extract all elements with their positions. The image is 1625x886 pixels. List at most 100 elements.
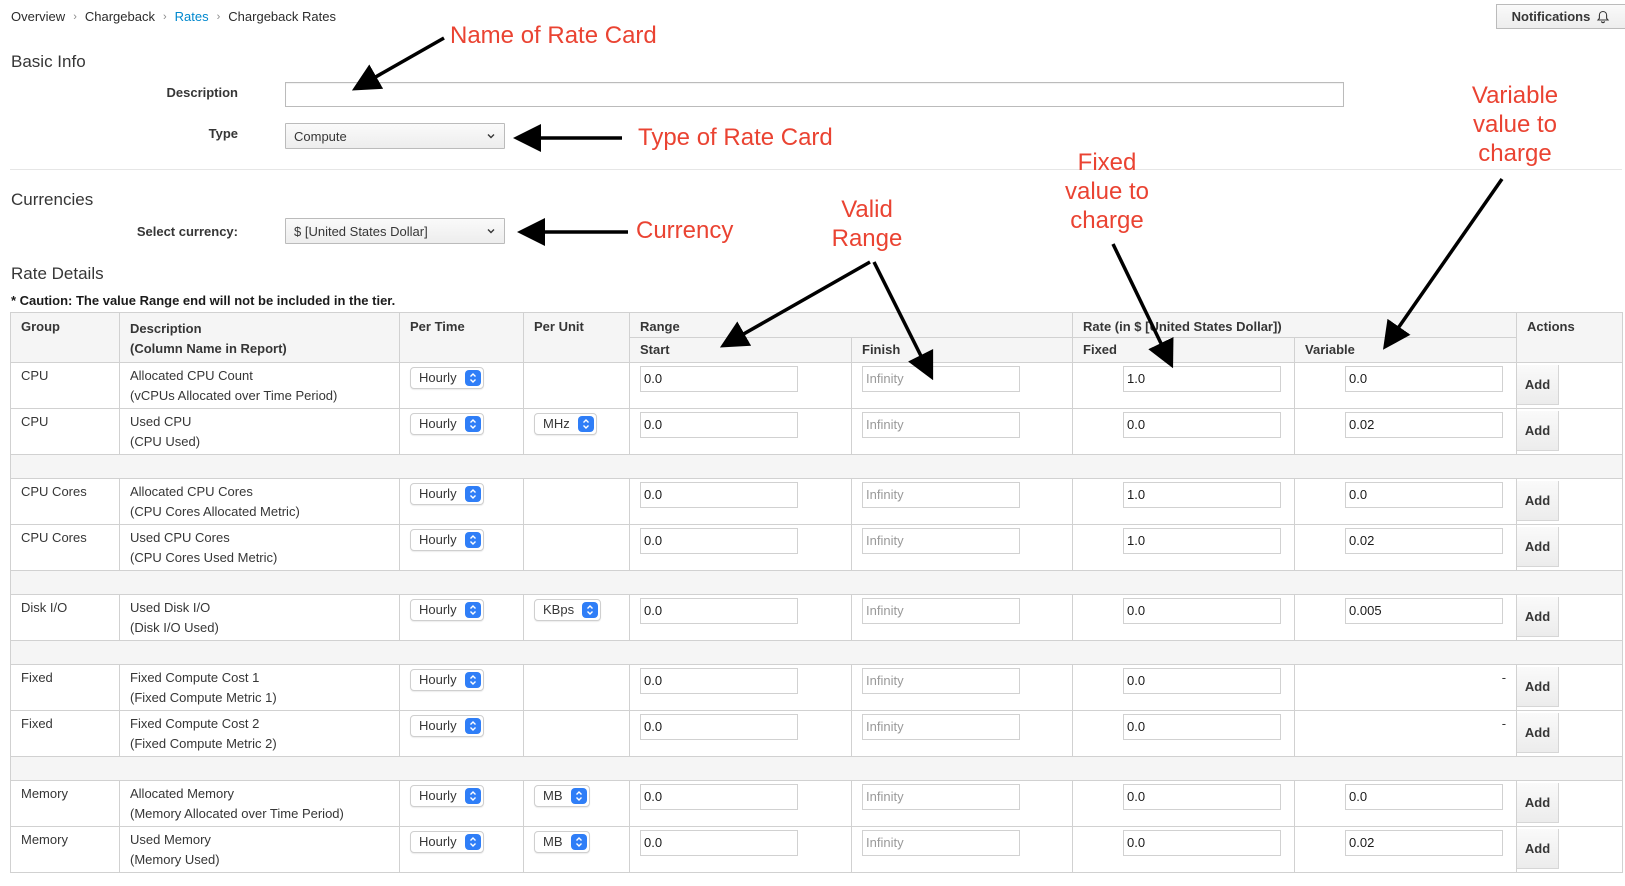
add-button[interactable]: Add <box>1517 527 1560 567</box>
header-range: Range <box>628 312 1074 338</box>
finish-cell: Infinity <box>850 408 1074 455</box>
fixed-input[interactable]: 0.0 <box>1123 784 1282 810</box>
finish-input[interactable]: Infinity <box>862 412 1020 438</box>
description-text: Used Memory (Memory Used) <box>130 827 389 870</box>
stepper-icon <box>570 788 587 804</box>
per-time-select[interactable]: Hourly <box>410 413 484 435</box>
notifications-button[interactable]: Notifications <box>1496 4 1625 29</box>
start-input[interactable]: 0.0 <box>640 366 798 392</box>
add-button[interactable]: Add <box>1517 829 1560 869</box>
fixed-input[interactable]: 0.0 <box>1123 598 1282 624</box>
finish-input[interactable]: Infinity <box>862 714 1020 740</box>
spacer-cell <box>9 640 1624 665</box>
breadcrumb: Overview › Chargeback › Rates › Chargeba… <box>11 9 336 24</box>
start-input[interactable]: 0.0 <box>640 482 798 508</box>
add-button[interactable]: Add <box>1517 411 1560 451</box>
table-row: CPU Used CPU (CPU Used) Hourly MHz 0.0 Infinit… <box>10 408 1624 455</box>
per-unit-cell: MB <box>523 780 630 827</box>
per-time-select[interactable]: Hourly <box>410 367 484 389</box>
per-time-cell: Hourly <box>399 710 524 757</box>
add-button[interactable]: Add <box>1517 365 1560 405</box>
variable-input[interactable]: 0.0 <box>1345 482 1504 508</box>
fixed-input[interactable]: 1.0 <box>1123 366 1282 392</box>
add-button[interactable]: Add <box>1517 667 1560 707</box>
start-input[interactable]: 0.0 <box>640 598 798 624</box>
fixed-input[interactable]: 0.0 <box>1123 412 1282 438</box>
bell-icon <box>1597 10 1610 23</box>
fixed-input[interactable]: 0.0 <box>1123 714 1282 740</box>
variable-cell: 0.0 <box>1294 780 1518 827</box>
description-cell: Used Memory (Memory Used) <box>119 826 400 873</box>
chevron-right-icon: › <box>162 10 167 23</box>
start-input[interactable]: 0.0 <box>640 784 798 810</box>
per-unit-select[interactable]: MB <box>534 831 590 853</box>
description-column: (Memory Allocated over Time Period) <box>130 806 344 821</box>
variable-cell: 0.02 <box>1294 826 1518 873</box>
per-unit-select[interactable]: MB <box>534 785 590 807</box>
add-button[interactable]: Add <box>1517 713 1560 753</box>
per-time-cell: Hourly <box>399 780 524 827</box>
stepper-icon <box>464 718 481 734</box>
per-unit-cell: MB <box>523 826 630 873</box>
finish-cell: Infinity <box>850 594 1074 641</box>
fixed-input[interactable]: 1.0 <box>1123 528 1282 554</box>
description-cell: Used CPU (CPU Used) <box>119 408 400 455</box>
start-input[interactable]: 0.0 <box>640 830 798 856</box>
currency-select[interactable]: $ [United States Dollar] <box>285 218 505 244</box>
chevron-right-icon: › <box>73 10 77 23</box>
description-text: Used Disk I/O (Disk I/O Used) <box>130 595 389 638</box>
per-unit-select[interactable]: MHz <box>534 413 597 435</box>
description-text: Allocated CPU Cores (CPU Cores Allocated … <box>130 479 389 522</box>
stepper-icon <box>464 672 481 688</box>
per-time-select[interactable]: Hourly <box>410 785 484 807</box>
variable-input[interactable]: 0.005 <box>1345 598 1504 624</box>
start-input[interactable]: 0.0 <box>640 412 798 438</box>
variable-input[interactable]: 0.0 <box>1345 784 1504 810</box>
stepper-icon <box>464 416 481 432</box>
per-time-select[interactable]: Hourly <box>410 599 484 621</box>
stepper-icon <box>464 486 481 502</box>
stepper-icon <box>464 788 481 804</box>
fixed-input[interactable]: 0.0 <box>1123 830 1282 856</box>
variable-input[interactable]: 0.0 <box>1345 366 1504 392</box>
finish-input[interactable]: Infinity <box>862 528 1020 554</box>
description-name: Used CPU Cores <box>130 530 230 545</box>
fixed-input[interactable]: 0.0 <box>1123 668 1282 694</box>
per-time-select[interactable]: Hourly <box>410 669 484 691</box>
add-button[interactable]: Add <box>1517 481 1560 521</box>
per-time-select[interactable]: Hourly <box>410 715 484 737</box>
finish-input[interactable]: Infinity <box>862 668 1020 694</box>
variable-input[interactable]: 0.02 <box>1345 528 1504 554</box>
finish-input[interactable]: Infinity <box>862 830 1020 856</box>
variable-input[interactable]: 0.02 <box>1345 412 1504 438</box>
annotation-variable-value: Variable value to charge <box>1455 81 1575 168</box>
variable-input[interactable]: 0.02 <box>1345 830 1504 856</box>
variable-cell: - <box>1294 710 1518 757</box>
fixed-input[interactable]: 1.0 <box>1123 482 1282 508</box>
per-time-select[interactable]: Hourly <box>410 483 484 505</box>
per-time-select[interactable]: Hourly <box>410 529 484 551</box>
finish-input[interactable]: Infinity <box>862 482 1020 508</box>
start-cell: 0.0 <box>629 362 852 409</box>
breadcrumb-rates[interactable]: Rates <box>175 9 209 24</box>
description-input[interactable] <box>285 82 1344 107</box>
start-input[interactable]: 0.0 <box>640 668 798 694</box>
finish-input[interactable]: Infinity <box>862 784 1020 810</box>
start-input[interactable]: 0.0 <box>640 528 798 554</box>
breadcrumb-chargeback[interactable]: Chargeback <box>85 9 155 24</box>
description-column: (CPU Cores Used Metric) <box>130 550 278 565</box>
annotation-line: Variable <box>1471 82 1559 109</box>
finish-input[interactable]: Infinity <box>862 366 1020 392</box>
per-unit-select[interactable]: KBps <box>534 599 602 621</box>
type-select[interactable]: Compute <box>285 123 505 149</box>
finish-input[interactable]: Infinity <box>862 598 1020 624</box>
per-time-select[interactable]: Hourly <box>410 831 484 853</box>
group-cell: Disk I/O <box>10 594 120 641</box>
start-cell: 0.0 <box>629 826 852 873</box>
per-unit-cell <box>523 664 630 711</box>
add-button[interactable]: Add <box>1517 597 1560 637</box>
add-button[interactable]: Add <box>1517 783 1560 823</box>
breadcrumb-overview[interactable]: Overview <box>11 9 65 24</box>
start-input[interactable]: 0.0 <box>640 714 798 740</box>
rate-details-title: Rate Details <box>11 264 104 283</box>
